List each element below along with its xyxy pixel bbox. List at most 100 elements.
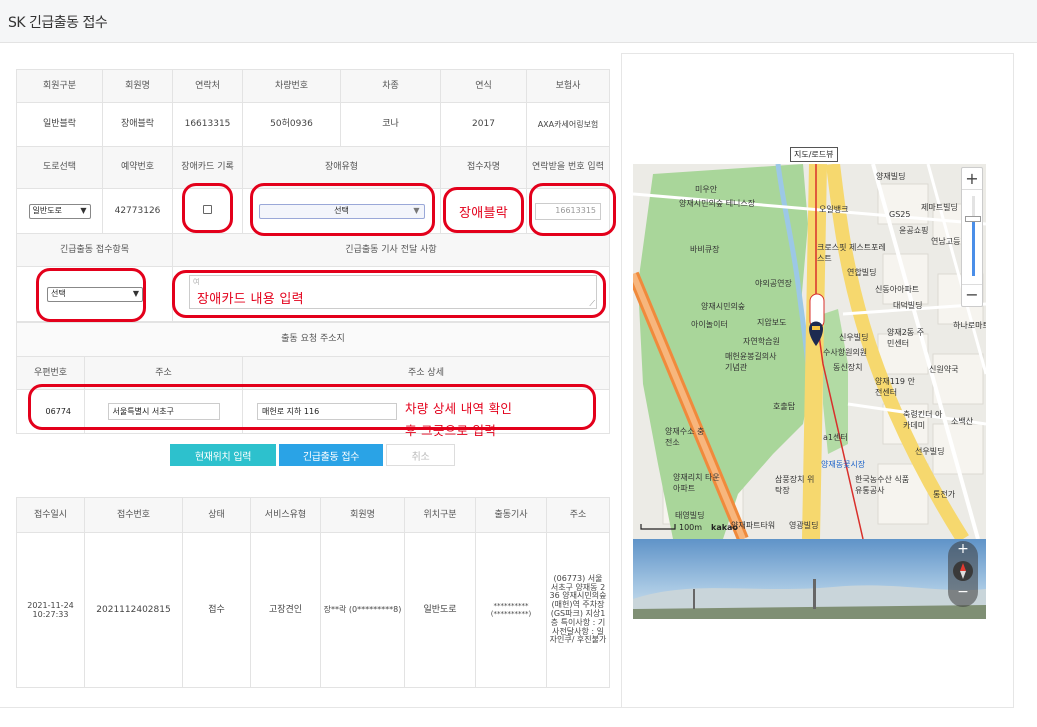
header-contact: 연락처 [172, 69, 243, 103]
map-label: 신우빌딩 [839, 333, 869, 342]
map-label: 수사항원의원 [823, 348, 868, 357]
map-label: 크로스핏 제스트포레스트 [817, 243, 886, 263]
page-header: SK 긴급출동 접수 [0, 0, 1037, 43]
contact-value: 16613315 [172, 102, 243, 147]
map-view[interactable]: 양재빌딩 미우안 양재시민의숲 테니스장 오일뱅크 GS25 제마트빌딩 윤공쇼… [633, 164, 986, 539]
map-label: 대덕빌딩 [893, 301, 923, 310]
insurer-value: AXA카세어링보험 [526, 102, 610, 147]
map-label: 양재리치 타운아파트 [673, 473, 720, 493]
header-receiver-name: 접수자명 [440, 146, 527, 189]
highlight-callback-number [529, 183, 616, 236]
map-label: 소백산 [951, 417, 974, 426]
header-location-type: 위치구분 [404, 497, 476, 533]
header-model-year: 연식 [440, 69, 527, 103]
vehicle-no-value: 50허0936 [242, 102, 341, 147]
header-insurer: 보험사 [526, 69, 610, 103]
header-history-member: 회원명 [320, 497, 405, 533]
map-label: GS25 [889, 210, 911, 219]
map-label: 매헌윤봉길의사 기념관 [725, 352, 777, 372]
receipt-no-cell: 2021112402815 [84, 532, 183, 688]
map-label: 양재시민의숲 테니스장 [679, 199, 756, 208]
roadview-control: + − [948, 541, 978, 607]
map-label: 야외공연장 [755, 279, 792, 288]
driver-cell: ********** (**********) [475, 532, 547, 688]
map-label: 신동아아파트 [875, 285, 920, 294]
map-label: 윤공쇼핑 [899, 226, 929, 235]
header-vehicle-type: 차종 [340, 69, 441, 103]
map-scale-label: 100m [679, 523, 703, 532]
member-cell: 장**락 (0*********8) [320, 532, 405, 688]
header-road-select: 도로선택 [16, 146, 103, 189]
map-label: 동신장치 [833, 363, 863, 372]
status-cell: 접수 [182, 532, 251, 688]
map-label: 오일뱅크 [819, 205, 849, 214]
map-label: 연합빌딩 [847, 268, 877, 277]
map-label: a1센터 [823, 433, 848, 442]
submit-emergency-button[interactable]: 긴급출동 접수 [279, 444, 383, 466]
header-driver: 출동기사 [475, 497, 547, 533]
map-label: 양재2동 주민센터 [887, 328, 925, 348]
received-at-cell: 2021-11-24 10:27:33 [16, 532, 85, 688]
history-address-cell: (06773) 서울 서초구 양재동 236 양재시민의숲(매헌)역 주차장(G… [546, 532, 610, 688]
address-annotation-line2: 후 그곳으로 입력 [405, 423, 497, 438]
roadview-zoom-out-button[interactable]: − [948, 585, 978, 599]
reservation-no-value: 42773126 [102, 188, 173, 234]
member-name-value: 장애블락 [102, 102, 173, 147]
map-label: 자연학습원 [743, 337, 780, 346]
table-row[interactable]: 2021-11-24 10:27:33 2021112402815 접수 고장견… [16, 532, 610, 688]
address-section-title: 출동 요청 주소지 [15, 322, 611, 357]
map-label: 양재시민의숲 [701, 302, 746, 311]
header-member-type: 회원구분 [16, 69, 103, 103]
map-toggle-button[interactable]: 지도/로드뷰 [790, 147, 838, 162]
highlight-disability-type [250, 183, 435, 236]
roadview[interactable]: + − [633, 539, 986, 619]
map-label: 신원약국 [929, 365, 959, 374]
header-vehicle-no: 차량번호 [242, 69, 341, 103]
map-label: 양재빌딩 [876, 172, 906, 181]
map-label: 아이놀이터 [691, 320, 728, 329]
zoom-slider-handle[interactable] [965, 216, 981, 222]
zoom-slider[interactable] [962, 190, 982, 284]
compass-icon[interactable] [953, 561, 973, 581]
map-label: 지압보도 [757, 318, 787, 327]
header-service-type: 서비스유형 [250, 497, 321, 533]
page-title: SK 긴급출동 접수 [8, 15, 108, 31]
header-driver-message: 긴급출동 기사 전달 사항 [172, 233, 610, 267]
map-label: 호출탑 [773, 402, 796, 411]
history-table: 접수일시 접수번호 상태 서비스유형 회원명 위치구분 출동기사 주소 2021… [16, 497, 610, 688]
map-label: 제마트빌딩 [921, 203, 958, 212]
map-label: 영광빌딩 [789, 521, 819, 530]
zoom-control: + − [961, 167, 983, 307]
service-type-cell: 고장견인 [250, 532, 321, 688]
member-table: 회원구분 회원명 연락처 차량번호 차종 연식 보험사 일반블락 장애블락 16… [16, 69, 610, 147]
address-annotation-line1: 차량 상세 내역 확인 [405, 401, 513, 416]
receiver-name-annotation: 장애블락 [459, 206, 509, 221]
header-receipt-no: 접수번호 [84, 497, 183, 533]
map-label: 선우빌딩 [915, 447, 945, 456]
map-label: 한국농수산 식품유통공사 [855, 475, 910, 495]
header-reservation-no: 예약번호 [102, 146, 173, 189]
current-location-button[interactable]: 현재위치 입력 [170, 444, 276, 466]
map-label: 태영빌딩 [675, 511, 705, 520]
highlight-card-checkbox [182, 183, 233, 233]
map-label: 양재동꽃시장 [821, 460, 866, 469]
map-label: 하나로마트 [953, 321, 986, 330]
location-type-cell: 일반도로 [404, 532, 476, 688]
cancel-button[interactable]: 취소 [386, 444, 455, 466]
map-label: 미우안 [695, 185, 718, 194]
map-label: 축령킨더 아카데미 [903, 410, 943, 430]
map-brand-logo: kakao [711, 523, 738, 532]
map-label: 양재119 안전센터 [875, 377, 915, 397]
zoom-in-button[interactable]: + [962, 168, 982, 190]
model-year-value: 2017 [440, 102, 527, 147]
chevron-down-icon: ▼ [80, 206, 87, 216]
roadview-image [633, 539, 986, 619]
header-status: 상태 [182, 497, 251, 533]
header-history-address: 주소 [546, 497, 610, 533]
map-label: 삼풍장치 위탁장 [775, 475, 815, 495]
vehicle-type-value: 코나 [340, 102, 441, 147]
header-received-at: 접수일시 [16, 497, 85, 533]
road-select[interactable]: 일반도로 ▼ [28, 203, 91, 219]
roadview-zoom-in-button[interactable]: + [948, 541, 978, 557]
zoom-out-button[interactable]: − [962, 284, 982, 306]
